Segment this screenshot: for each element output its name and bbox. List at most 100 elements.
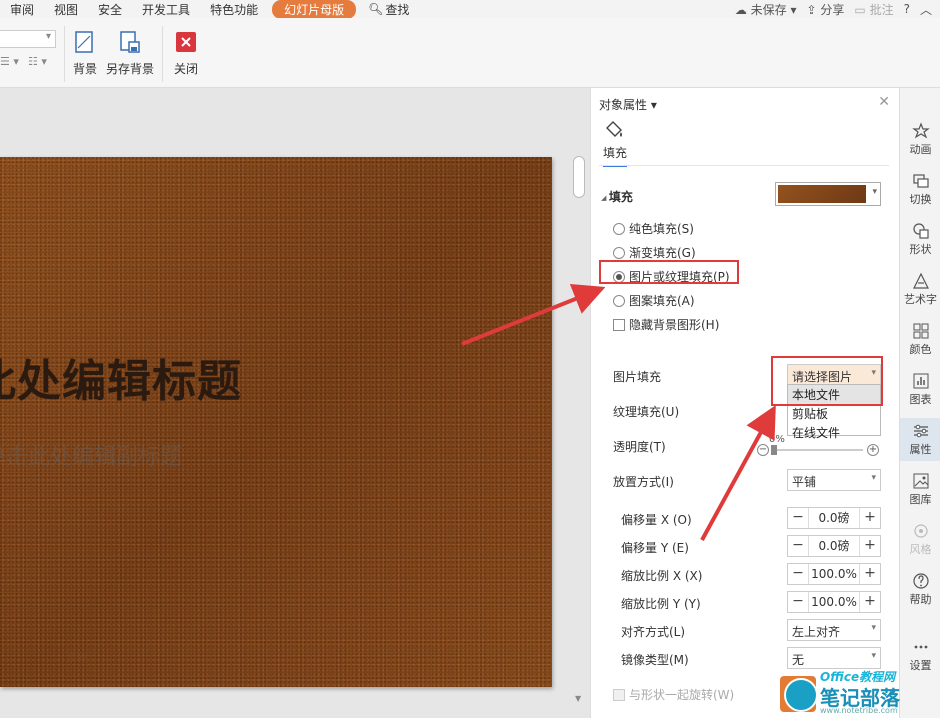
tool-shape[interactable]: 形状 bbox=[900, 222, 940, 257]
bullet-list-icon[interactable]: ☰ ▾ bbox=[0, 55, 19, 68]
wordart-icon bbox=[912, 272, 929, 289]
tool-transition[interactable]: 切换 bbox=[900, 172, 940, 207]
menu-right-group: ☁ 未保存 ▾ ⇪ 分享 ▭ 批注 ? ︿ bbox=[735, 0, 932, 18]
menu-review[interactable]: 审阅 bbox=[0, 1, 44, 18]
comment-button[interactable]: ▭ 批注 bbox=[854, 1, 893, 18]
plus-icon[interactable]: + bbox=[860, 564, 880, 584]
vertical-scrollbar-thumb[interactable] bbox=[573, 156, 585, 198]
offset-x-stepper[interactable]: − 0.0磅 + bbox=[787, 507, 881, 529]
offset-y-value[interactable]: 0.0磅 bbox=[808, 536, 860, 556]
minus-icon[interactable]: − bbox=[788, 564, 808, 584]
slider-track[interactable] bbox=[773, 449, 863, 451]
minus-icon[interactable]: − bbox=[788, 536, 808, 556]
animation-icon bbox=[911, 122, 930, 139]
minus-icon[interactable]: − bbox=[788, 592, 808, 612]
tool-help[interactable]: 帮助 bbox=[900, 572, 940, 607]
fill-preview-dropdown[interactable]: ▾ bbox=[775, 182, 881, 206]
texture-fill-label: 纹理填充(U) bbox=[613, 405, 680, 419]
scroll-down-icon[interactable]: ▼ bbox=[575, 694, 581, 703]
share-button[interactable]: ⇪ 分享 bbox=[807, 1, 845, 18]
tool-chart[interactable]: 图表 bbox=[900, 372, 940, 407]
close-icon bbox=[176, 32, 196, 52]
notetribe-logo bbox=[784, 678, 818, 712]
checkbox[interactable] bbox=[613, 318, 625, 331]
option-online-file[interactable]: 在线文件 bbox=[788, 423, 880, 442]
offset-x-label: 偏移量 X (O) bbox=[621, 513, 692, 527]
transparency-value: 0% bbox=[769, 434, 785, 445]
cloud-icon: ☁ bbox=[734, 2, 747, 17]
tool-label: 图库 bbox=[909, 493, 932, 506]
cloud-save-button[interactable]: ☁ 未保存 ▾ bbox=[735, 1, 797, 18]
menu-features[interactable]: 特色功能 bbox=[200, 1, 268, 18]
menu-developer[interactable]: 开发工具 bbox=[132, 1, 200, 18]
scale-y-value[interactable]: 100.0% bbox=[808, 592, 860, 612]
tool-label: 动画 bbox=[909, 143, 932, 156]
color-icon bbox=[913, 323, 928, 339]
menu-security[interactable]: 安全 bbox=[88, 1, 132, 18]
tool-settings[interactable]: 设置 bbox=[900, 638, 940, 673]
mirror-select[interactable]: 无 bbox=[787, 647, 881, 669]
tool-gallery[interactable]: 图库 bbox=[900, 472, 940, 507]
tool-label: 切换 bbox=[909, 193, 932, 206]
radio-button[interactable] bbox=[613, 246, 625, 259]
close-master-button[interactable]: 关闭 bbox=[160, 26, 212, 80]
tool-label: 图表 bbox=[909, 393, 932, 406]
gallery-icon bbox=[913, 473, 928, 489]
watermark-logo: Office教程网 笔记部落 www.notetribe.com bbox=[776, 670, 940, 718]
plus-icon[interactable]: + bbox=[860, 536, 880, 556]
slider-thumb[interactable] bbox=[771, 445, 777, 455]
slide-canvas: 此处编辑标题 单击此处编辑副标题 页脚 ▼ bbox=[0, 88, 590, 718]
plus-icon[interactable]: + bbox=[860, 508, 880, 528]
rotate-with-shape[interactable]: 与形状一起旋转(W) bbox=[613, 686, 734, 703]
tool-color[interactable]: 颜色 bbox=[900, 322, 940, 357]
slide-subtitle-placeholder[interactable]: 单击此处编辑副标题 bbox=[0, 439, 182, 471]
search-button[interactable]: 🔍︎ 查找 bbox=[368, 1, 409, 18]
tool-style[interactable]: 风格 bbox=[900, 522, 940, 557]
pane-header[interactable]: 对象属性 ▾ bbox=[599, 96, 657, 113]
search-label: 查找 bbox=[385, 2, 410, 17]
hide-background-graphics[interactable]: 隐藏背景图形(H) bbox=[613, 316, 719, 333]
tab-fill[interactable]: 填充 bbox=[603, 144, 628, 167]
radio-pattern-fill[interactable]: 图案填充(A) bbox=[613, 292, 695, 309]
style-icon bbox=[913, 524, 928, 538]
help-button[interactable]: ? bbox=[904, 2, 910, 16]
radio-button[interactable] bbox=[613, 294, 625, 307]
option-clipboard[interactable]: 剪贴板 bbox=[788, 404, 880, 423]
font-size-dropdown[interactable] bbox=[0, 30, 56, 48]
decrease-icon[interactable]: − bbox=[757, 444, 769, 456]
scale-x-stepper[interactable]: − 100.0% + bbox=[787, 563, 881, 585]
tool-animation[interactable]: 动画 bbox=[900, 122, 940, 157]
menu-view[interactable]: 视图 bbox=[44, 1, 88, 18]
ribbon: ☰ ▾ ☷ ▾ 背景 另存背景 关闭 bbox=[0, 18, 940, 88]
offset-y-stepper[interactable]: − 0.0磅 + bbox=[787, 535, 881, 557]
save-background-button[interactable]: 另存背景 bbox=[104, 26, 156, 80]
offset-x-value[interactable]: 0.0磅 bbox=[808, 508, 860, 528]
numbered-list-icon[interactable]: ☷ ▾ bbox=[28, 55, 47, 68]
background-icon bbox=[75, 31, 93, 53]
checkbox[interactable] bbox=[613, 688, 625, 701]
tool-label: 艺术字 bbox=[904, 293, 937, 306]
placement-select[interactable]: 平铺 bbox=[787, 469, 881, 491]
collapse-ribbon-icon[interactable]: ︿ bbox=[920, 1, 932, 18]
transparency-slider[interactable]: − 0% + bbox=[757, 434, 879, 456]
slide-footer-placeholder[interactable]: 页脚 bbox=[68, 651, 86, 664]
slide-master-preview[interactable]: 此处编辑标题 单击此处编辑副标题 页脚 bbox=[0, 157, 552, 687]
tool-label: 帮助 bbox=[909, 593, 932, 606]
increase-icon[interactable]: + bbox=[867, 444, 879, 456]
radio-button[interactable] bbox=[613, 222, 625, 235]
tool-wordart[interactable]: 艺术字 bbox=[900, 272, 940, 307]
plus-icon[interactable]: + bbox=[860, 592, 880, 612]
tool-properties[interactable]: 属性 bbox=[900, 418, 940, 461]
slide-title-placeholder[interactable]: 此处编辑标题 bbox=[0, 345, 242, 409]
menu-slide-master[interactable]: 幻灯片母版 bbox=[272, 0, 357, 19]
minus-icon[interactable]: − bbox=[788, 508, 808, 528]
radio-solid-fill[interactable]: 纯色填充(S) bbox=[613, 220, 694, 237]
texture-preview bbox=[778, 185, 866, 203]
align-select[interactable]: 左上对齐 bbox=[787, 619, 881, 641]
scale-y-stepper[interactable]: − 100.0% + bbox=[787, 591, 881, 613]
tool-label: 颜色 bbox=[909, 343, 932, 356]
scale-x-value[interactable]: 100.0% bbox=[808, 564, 860, 584]
fill-section-header[interactable]: 填充 bbox=[601, 188, 633, 205]
pane-close-icon[interactable]: ✕ bbox=[878, 94, 890, 110]
radio-gradient-fill[interactable]: 渐变填充(G) bbox=[613, 244, 696, 261]
